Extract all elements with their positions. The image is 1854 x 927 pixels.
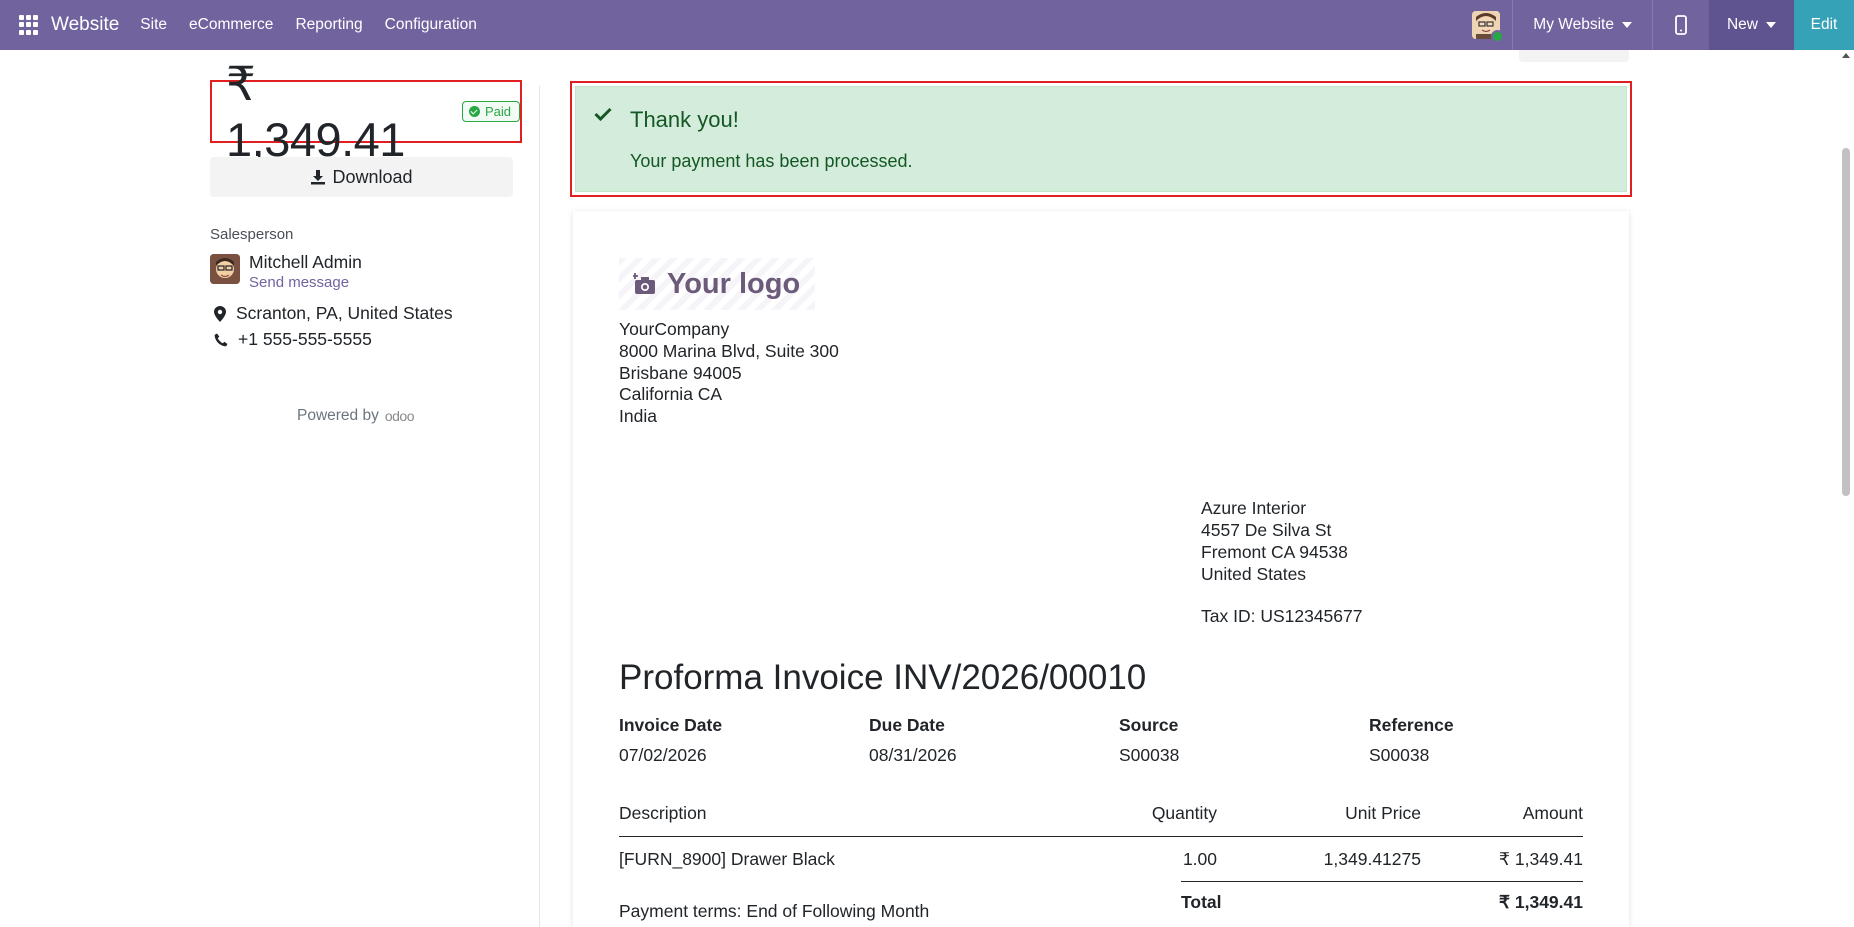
company-line: Brisbane 94005 — [619, 362, 742, 383]
caret-down-icon — [1621, 22, 1632, 28]
odoo-logo[interactable]: odoo — [385, 408, 415, 424]
line-unit-price: 1,349.41275 — [1323, 848, 1421, 869]
total-row: Total ₹ 1,349.41 — [1181, 892, 1583, 913]
customer-line: Azure Interior — [1201, 498, 1307, 518]
alert-body: Thank you! Your payment has been process… — [575, 86, 1627, 192]
line-amount: ₹ 1,349.41 — [1498, 848, 1583, 869]
total-label: Total — [1181, 892, 1222, 912]
meta-value: S00038 — [1119, 745, 1180, 765]
location-text: Scranton, PA, United States — [236, 303, 453, 323]
app-name[interactable]: Website — [51, 14, 119, 36]
map-marker-icon — [214, 305, 226, 322]
amount-summary: ₹ 1,349.41 Paid — [210, 57, 522, 166]
salesperson-name: Mitchell Admin — [249, 252, 362, 272]
phone-text[interactable]: +1 555-555-5555 — [238, 329, 372, 350]
column-header-amount: Amount — [1522, 803, 1583, 823]
alert-title: Thank you! — [630, 107, 739, 132]
send-message-link[interactable]: Send message — [249, 274, 349, 291]
logo-text: Your logo — [667, 267, 801, 300]
alert-message: Your payment has been processed. — [630, 151, 913, 171]
column-header-unit-price: Unit Price — [1345, 803, 1421, 823]
new-button-label: New — [1726, 16, 1758, 33]
salesperson-location: Scranton, PA, United States — [214, 303, 453, 324]
line-quantity: 1.00 — [1182, 848, 1217, 869]
sidebar-divider — [539, 86, 540, 927]
meta-label: Invoice Date — [619, 715, 723, 735]
meta-reference: Reference S00038 — [1369, 715, 1619, 766]
customer-line: Fremont CA 94538 — [1201, 542, 1348, 562]
total-value: ₹ 1,349.41 — [1498, 892, 1583, 912]
edit-button[interactable]: Edit — [1794, 0, 1854, 50]
check-icon — [594, 107, 612, 121]
meta-value: S00038 — [1369, 745, 1430, 765]
company-line: YourCompany — [619, 319, 730, 339]
scroll-up-arrow-icon[interactable] — [1842, 53, 1850, 58]
invoice-lines-table: Description Quantity Unit Price Amount [… — [619, 803, 1583, 881]
menu-ecommerce[interactable]: eCommerce — [178, 16, 284, 34]
powered-by-label: Powered by — [297, 407, 379, 424]
salesperson-label: Salesperson — [210, 226, 294, 243]
caret-down-icon — [1766, 22, 1776, 28]
line-description: [FURN_8900] Drawer Black — [619, 848, 835, 869]
column-header-description: Description — [619, 803, 707, 823]
page-scrollbar[interactable] — [1839, 50, 1854, 927]
top-navbar: Website Site eCommerce Reporting Configu… — [0, 0, 1854, 50]
status-badge-label: Paid — [484, 104, 511, 119]
payment-success-alert: Thank you! Your payment has been process… — [570, 81, 1632, 197]
check-circle-icon — [468, 106, 480, 117]
salesperson-phone: +1 555-555-5555 — [214, 329, 372, 350]
menu-configuration[interactable]: Configuration — [374, 16, 488, 34]
download-icon — [311, 170, 326, 185]
company-address: YourCompany 8000 Marina Blvd, Suite 300 … — [619, 319, 839, 428]
apps-grid-icon[interactable] — [19, 15, 39, 35]
table-row: [FURN_8900] Drawer Black 1.00 1,349.4127… — [619, 837, 1583, 881]
invoice-meta: Invoice Date 07/02/2026 Due Date 08/31/2… — [619, 715, 1619, 766]
customer-line: United States — [1201, 564, 1307, 584]
website-selector-label: My Website — [1533, 16, 1614, 33]
camera-plus-icon — [633, 273, 655, 294]
phone-icon — [214, 333, 228, 346]
scroll-thumb[interactable] — [1842, 148, 1850, 496]
salesperson-avatar-image — [210, 254, 240, 284]
meta-value: 08/31/2026 — [869, 745, 957, 765]
meta-value: 07/02/2026 — [619, 745, 707, 765]
company-line: California CA — [619, 384, 723, 405]
total-divider — [1181, 881, 1583, 882]
mobile-preview-button[interactable] — [1653, 0, 1709, 50]
powered-by: Powered by odoo — [297, 407, 415, 425]
company-line: India — [619, 406, 657, 427]
company-logo: Your logo — [619, 258, 815, 310]
customer-address: Azure Interior 4557 De Silva St Fremont … — [1201, 497, 1363, 627]
payment-terms: Payment terms: End of Following Month — [619, 901, 930, 921]
customer-line: 4557 De Silva St — [1201, 520, 1332, 540]
salesperson-avatar — [210, 254, 240, 284]
meta-label: Due Date — [869, 715, 945, 735]
download-button[interactable]: Download — [210, 157, 513, 197]
meta-label: Source — [1119, 715, 1179, 735]
document-top-tab — [1519, 50, 1629, 62]
new-button[interactable]: New — [1708, 0, 1794, 50]
meta-invoice-date: Invoice Date 07/02/2026 — [619, 715, 869, 766]
table-header: Description Quantity Unit Price Amount — [619, 803, 1583, 837]
invoice-amount: ₹ 1,349.41 — [226, 57, 405, 166]
column-header-quantity: Quantity — [1151, 803, 1217, 823]
status-badge: Paid — [461, 101, 520, 122]
mobile-icon — [1675, 15, 1687, 35]
online-status-dot — [1491, 30, 1505, 43]
user-avatar[interactable] — [1472, 11, 1505, 43]
meta-source: Source S00038 — [1119, 715, 1369, 766]
download-button-label: Download — [332, 166, 413, 187]
customer-tax-id: Tax ID: US12345677 — [1201, 606, 1363, 626]
company-line: 8000 Marina Blvd, Suite 300 — [619, 340, 839, 361]
invoice-document: Your logo YourCompany 8000 Marina Blvd, … — [573, 211, 1629, 927]
meta-label: Reference — [1369, 715, 1454, 735]
menu-site[interactable]: Site — [129, 16, 178, 34]
menu-reporting[interactable]: Reporting — [284, 16, 373, 34]
website-selector[interactable]: My Website — [1513, 16, 1652, 34]
meta-due-date: Due Date 08/31/2026 — [869, 715, 1119, 766]
invoice-title: Proforma Invoice INV/2026/00010 — [619, 658, 1147, 697]
